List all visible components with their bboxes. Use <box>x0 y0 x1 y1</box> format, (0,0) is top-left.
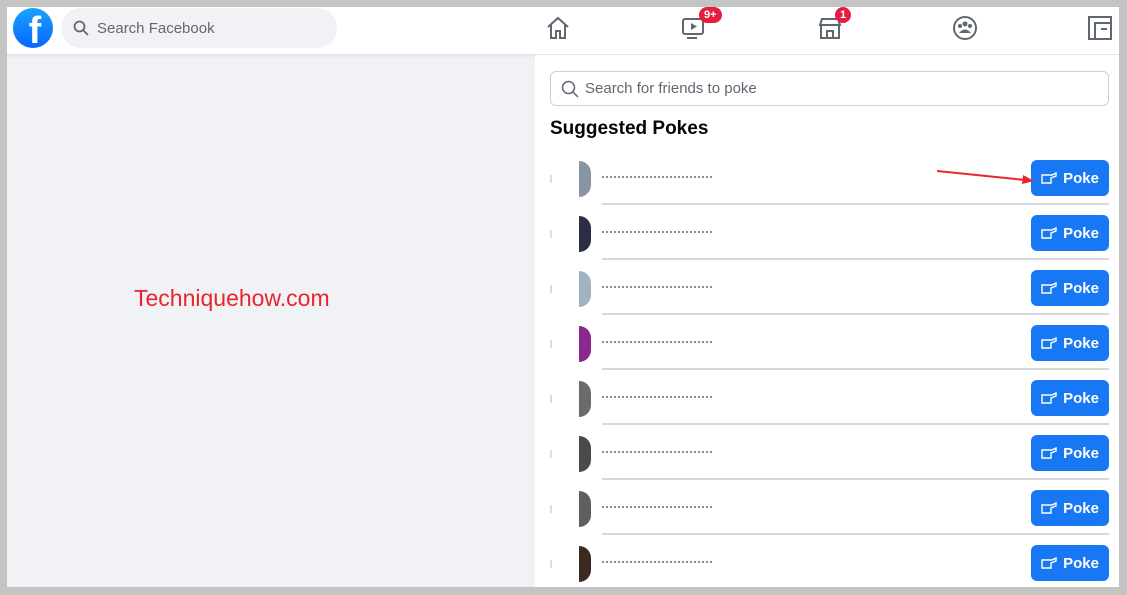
checkbox-edge <box>550 175 552 183</box>
poke-button-label: Poke <box>1063 389 1099 407</box>
poke-list-item: Poke <box>550 212 1109 267</box>
friend-name-redacted[interactable] <box>602 557 712 563</box>
watch-badge: 9+ <box>699 7 722 23</box>
nav-gaming[interactable] <box>1085 15 1115 41</box>
nav-marketplace[interactable]: 1 <box>815 7 852 41</box>
top-navigation-bar: f Search Facebook 9+ 1 <box>7 7 1119 55</box>
home-icon <box>547 16 569 39</box>
nav-groups[interactable] <box>950 15 980 41</box>
poke-button[interactable]: Poke <box>1031 270 1109 306</box>
poke-button[interactable]: Poke <box>1031 545 1109 581</box>
poke-button-label: Poke <box>1063 554 1099 572</box>
poke-hand-icon <box>1041 172 1057 184</box>
search-icon <box>73 20 89 36</box>
divider <box>602 368 1109 370</box>
poke-search-placeholder: Search for friends to poke <box>585 80 757 97</box>
avatar[interactable] <box>579 216 591 252</box>
poke-list-item: Poke <box>550 432 1109 487</box>
pokes-panel: Search for friends to poke Suggested Pok… <box>535 55 1119 587</box>
friend-name-redacted[interactable] <box>602 337 712 343</box>
checkbox-edge <box>550 505 552 513</box>
search-icon <box>561 80 579 98</box>
checkbox-edge <box>550 450 552 458</box>
poke-button[interactable]: Poke <box>1031 160 1109 196</box>
avatar[interactable] <box>579 271 591 307</box>
poke-hand-icon <box>1041 392 1057 404</box>
groups-icon <box>953 16 977 40</box>
suggested-pokes-heading: Suggested Pokes <box>550 118 709 139</box>
friend-name-redacted[interactable] <box>602 172 712 178</box>
logo-glyph: f <box>28 10 42 48</box>
avatar[interactable] <box>579 381 591 417</box>
avatar[interactable] <box>579 161 591 197</box>
nav-home[interactable] <box>543 15 573 41</box>
avatar[interactable] <box>579 436 591 472</box>
poke-button[interactable]: Poke <box>1031 435 1109 471</box>
divider <box>602 533 1109 535</box>
watermark-text: Techniquehow.com <box>134 285 330 311</box>
poke-button-label: Poke <box>1063 444 1099 462</box>
poke-button[interactable]: Poke <box>1031 325 1109 361</box>
checkbox-edge <box>550 340 552 348</box>
nav-watch[interactable]: 9+ <box>679 7 722 41</box>
friend-name-redacted[interactable] <box>602 227 712 233</box>
poke-hand-icon <box>1041 502 1057 514</box>
facebook-window: f Search Facebook 9+ 1 Techniquehow.com … <box>7 7 1119 587</box>
poke-list-item: Poke <box>550 322 1109 377</box>
divider <box>602 203 1109 205</box>
poke-list-item: Poke <box>550 487 1109 542</box>
poke-hand-icon <box>1041 447 1057 459</box>
poke-button-label: Poke <box>1063 169 1099 187</box>
poke-button[interactable]: Poke <box>1031 215 1109 251</box>
search-placeholder: Search Facebook <box>97 19 215 37</box>
divider <box>602 313 1109 315</box>
poke-list-item: Poke <box>550 267 1109 322</box>
friend-name-redacted[interactable] <box>602 282 712 288</box>
poke-hand-icon <box>1041 227 1057 239</box>
poke-button-label: Poke <box>1063 279 1099 297</box>
poke-button-label: Poke <box>1063 334 1099 352</box>
divider <box>602 423 1109 425</box>
poke-list-item: Poke <box>550 542 1109 587</box>
poke-hand-icon <box>1041 282 1057 294</box>
checkbox-edge <box>550 395 552 403</box>
poke-button-label: Poke <box>1063 499 1099 517</box>
poke-button[interactable]: Poke <box>1031 380 1109 416</box>
friend-name-redacted[interactable] <box>602 392 712 398</box>
checkbox-edge <box>550 230 552 238</box>
friend-name-redacted[interactable] <box>602 502 712 508</box>
poke-button-label: Poke <box>1063 224 1099 242</box>
checkbox-edge <box>550 560 552 568</box>
divider <box>602 258 1109 260</box>
gaming-icon <box>1088 16 1112 40</box>
facebook-logo[interactable]: f <box>13 8 53 48</box>
avatar[interactable] <box>579 491 591 527</box>
poke-list-item: Poke <box>550 377 1109 432</box>
divider <box>602 478 1109 480</box>
friend-name-redacted[interactable] <box>602 447 712 453</box>
poke-hand-icon <box>1041 557 1057 569</box>
facebook-search-input[interactable]: Search Facebook <box>61 8 337 48</box>
marketplace-badge: 1 <box>835 7 852 23</box>
poke-button[interactable]: Poke <box>1031 490 1109 526</box>
avatar[interactable] <box>579 546 591 582</box>
checkbox-edge <box>550 285 552 293</box>
poke-hand-icon <box>1041 337 1057 349</box>
avatar[interactable] <box>579 326 591 362</box>
poke-search-input[interactable]: Search for friends to poke <box>550 71 1109 106</box>
annotation-arrow <box>937 170 1034 184</box>
